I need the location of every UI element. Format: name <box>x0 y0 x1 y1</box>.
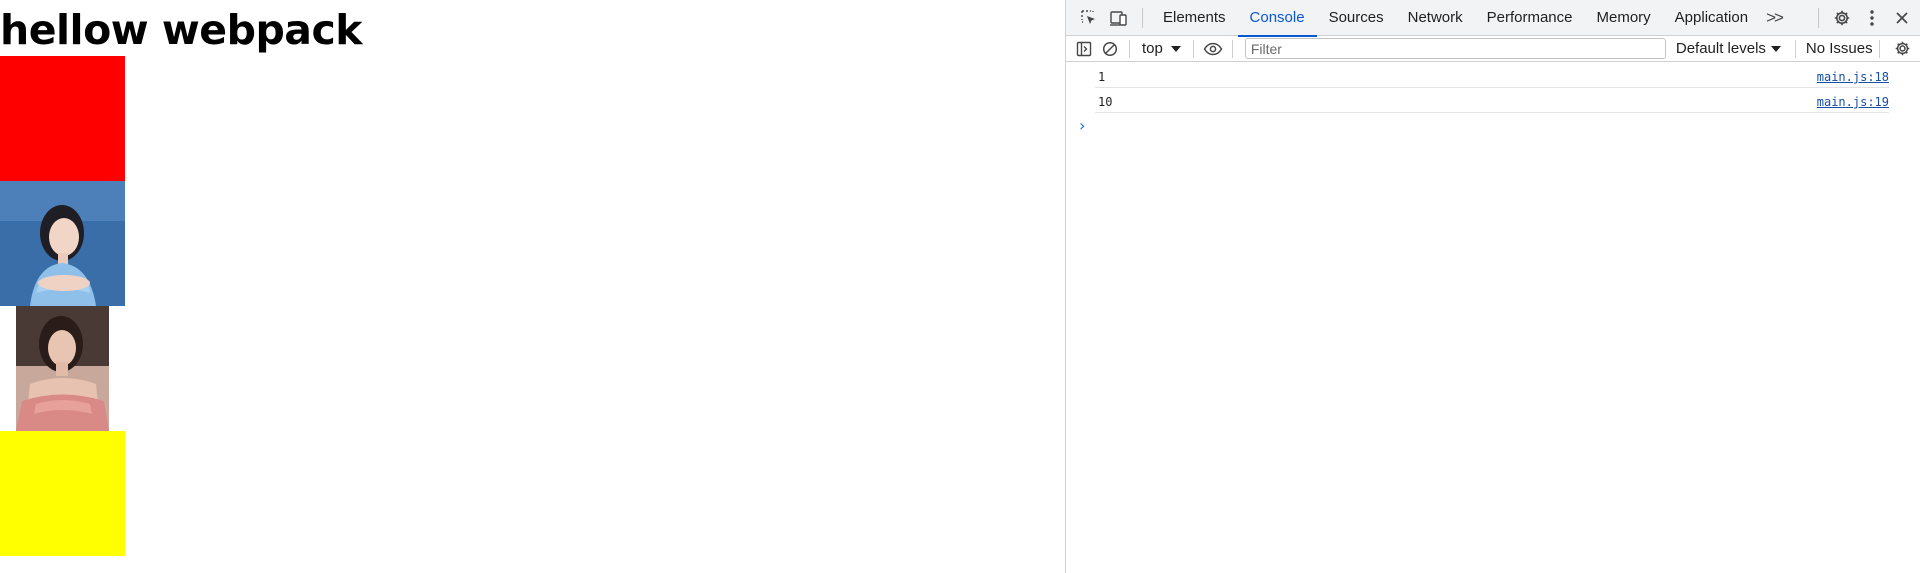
console-output: 1 main.js:18 10 main.js:19 › <box>1066 63 1920 573</box>
console-message: 1 main.js:18 <box>1095 63 1889 88</box>
kebab-menu-icon[interactable] <box>1857 3 1887 33</box>
page-heading: hellow webpack <box>0 6 363 54</box>
log-levels-label: Default levels <box>1675 40 1766 57</box>
eye-icon[interactable] <box>1200 36 1226 62</box>
console-source-link[interactable]: main.js:19 <box>1817 95 1889 109</box>
tab-network[interactable]: Network <box>1396 0 1475 36</box>
console-settings-gear-icon[interactable] <box>1889 36 1915 62</box>
console-message-text: 1 <box>1098 70 1106 84</box>
toolbar-divider <box>1142 7 1143 28</box>
console-toolbar: top Default levels No Issues <box>1066 36 1920 62</box>
toolbar-divider <box>1192 39 1194 58</box>
portrait-photo-blue <box>0 181 125 306</box>
prompt-chevron-icon: › <box>1079 116 1086 135</box>
clear-console-icon[interactable] <box>1097 36 1123 62</box>
console-message: 10 main.js:19 <box>1095 88 1889 113</box>
gear-icon[interactable] <box>1827 3 1857 33</box>
log-levels-dropdown[interactable]: Default levels <box>1676 40 1781 57</box>
console-message-text: 10 <box>1098 95 1113 109</box>
page-viewport: hellow webpack <box>0 0 1065 573</box>
tab-application[interactable]: Application <box>1663 0 1760 36</box>
tab-console[interactable]: Console <box>1237 0 1317 37</box>
devtools-actions <box>1810 3 1920 33</box>
toolbar-divider <box>1129 39 1130 58</box>
toolbar-divider <box>1818 7 1819 28</box>
chevron-down-icon <box>1770 45 1781 52</box>
more-tabs-button[interactable]: >> <box>1760 0 1788 36</box>
tab-memory[interactable]: Memory <box>1585 0 1663 36</box>
inspect-element-icon[interactable] <box>1074 3 1104 33</box>
portrait-photo-pink <box>16 306 109 431</box>
context-selector[interactable]: top <box>1136 40 1187 57</box>
sidebar-toggle-icon[interactable] <box>1071 36 1097 62</box>
tab-performance[interactable]: Performance <box>1475 0 1585 36</box>
context-label: top <box>1142 40 1163 57</box>
yellow-box <box>0 431 125 556</box>
issues-counter[interactable]: No Issues <box>1794 39 1873 58</box>
devtools-panel: Elements Console Sources Network Perform… <box>1065 0 1920 573</box>
filter-input[interactable] <box>1244 38 1666 59</box>
device-toolbar-icon[interactable] <box>1104 3 1134 33</box>
chevron-down-icon <box>1170 45 1181 52</box>
console-source-link[interactable]: main.js:18 <box>1817 70 1889 84</box>
toolbar-divider <box>1878 39 1880 58</box>
red-box <box>0 56 125 181</box>
close-icon[interactable] <box>1887 3 1917 33</box>
toolbar-divider <box>1231 39 1233 58</box>
devtools-tabbar: Elements Console Sources Network Perform… <box>1066 0 1920 37</box>
console-prompt[interactable]: › <box>1078 113 1920 138</box>
tab-sources[interactable]: Sources <box>1317 0 1396 36</box>
tab-elements[interactable]: Elements <box>1151 0 1238 36</box>
